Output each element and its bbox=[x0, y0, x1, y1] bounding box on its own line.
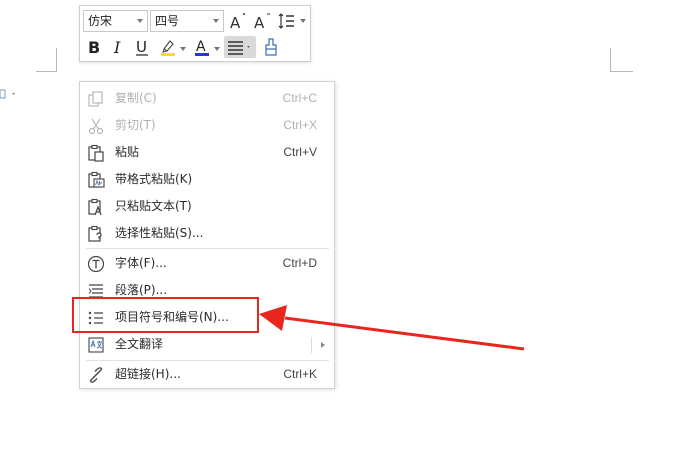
menu-item-label: 复制(C) bbox=[115, 91, 157, 105]
font-color-button[interactable]: A bbox=[191, 36, 213, 58]
paragraph-handle-icon[interactable] bbox=[0, 86, 18, 99]
grow-font-icon: A bbox=[230, 13, 245, 31]
menu-item-label: 带格式粘贴(K) bbox=[115, 172, 193, 186]
shrink-font-icon: A bbox=[254, 13, 270, 31]
menu-item-font[interactable]: 字体(F)... Ctrl+D bbox=[80, 250, 334, 277]
chevron-down-icon bbox=[137, 19, 143, 23]
underline-icon: U bbox=[136, 38, 148, 56]
crop-mark-top-left-h bbox=[36, 71, 57, 72]
paste-formatted-icon bbox=[87, 171, 105, 189]
italic-icon: I bbox=[113, 38, 121, 57]
align-button[interactable] bbox=[224, 36, 256, 58]
menu-item-shortcut: Ctrl+D bbox=[282, 256, 317, 270]
crop-mark-top-left-v bbox=[56, 48, 57, 72]
highlight-button[interactable] bbox=[157, 36, 179, 58]
grow-font-glyph: A bbox=[230, 14, 241, 31]
line-spacing-button[interactable] bbox=[276, 10, 298, 32]
align-justify-icon bbox=[228, 41, 250, 55]
mini-toolbar: 仿宋 四号 A A B I U A bbox=[79, 5, 311, 62]
menu-item-cut[interactable]: 剪切(T) Ctrl+X bbox=[80, 112, 334, 139]
crop-mark-top-right-h bbox=[610, 71, 633, 72]
copy-icon bbox=[87, 90, 105, 108]
format-painter-button[interactable] bbox=[260, 36, 282, 58]
underline-button[interactable]: U bbox=[131, 36, 153, 58]
bold-icon: B bbox=[88, 38, 100, 57]
chevron-down-icon[interactable] bbox=[214, 47, 220, 51]
menu-item-label: 全文翻译 bbox=[115, 337, 164, 351]
line-spacing-icon bbox=[278, 13, 294, 29]
menu-item-paste-text[interactable]: 只粘贴文本(T) bbox=[80, 193, 334, 220]
font-size-value: 四号 bbox=[155, 14, 180, 28]
bold-glyph: B bbox=[88, 38, 100, 57]
crop-mark-top-right-v bbox=[610, 48, 611, 72]
paste-icon bbox=[87, 144, 105, 162]
menu-item-label: 粘贴 bbox=[115, 145, 140, 159]
menu-separator bbox=[86, 248, 329, 249]
link-icon bbox=[87, 366, 105, 384]
shrink-font-button[interactable]: A bbox=[252, 10, 274, 32]
italic-button[interactable]: I bbox=[107, 36, 129, 58]
menu-item-shortcut: Ctrl+V bbox=[283, 145, 317, 159]
menu-item-paste-special[interactable]: 选择性粘贴(S)... bbox=[80, 220, 334, 247]
font-icon bbox=[87, 255, 105, 273]
chevron-down-icon[interactable] bbox=[300, 19, 306, 23]
menu-item-label: 选择性粘贴(S)... bbox=[115, 226, 204, 240]
annotation-highlight-box bbox=[72, 297, 259, 333]
chevron-down-icon[interactable] bbox=[180, 47, 186, 51]
paste-text-icon bbox=[87, 198, 105, 216]
font-color-icon: A bbox=[195, 39, 209, 56]
menu-item-shortcut: Ctrl+C bbox=[282, 91, 317, 105]
menu-item-hyperlink[interactable]: 超链接(H)... Ctrl+K bbox=[80, 361, 334, 388]
submenu-divider bbox=[311, 337, 312, 353]
grow-font-button[interactable]: A bbox=[228, 10, 250, 32]
menu-item-translate[interactable]: 全文翻译 bbox=[80, 331, 334, 358]
menu-item-shortcut: Ctrl+K bbox=[283, 367, 317, 381]
chevron-right-icon bbox=[321, 342, 325, 348]
menu-item-paste[interactable]: 粘贴 Ctrl+V bbox=[80, 139, 334, 166]
shrink-font-glyph: A bbox=[254, 14, 265, 31]
menu-item-paste-formatted[interactable]: 带格式粘贴(K) bbox=[80, 166, 334, 193]
menu-item-copy[interactable]: 复制(C) Ctrl+C bbox=[80, 85, 334, 112]
italic-glyph: I bbox=[113, 38, 121, 57]
font-name-select[interactable]: 仿宋 bbox=[83, 10, 148, 32]
font-color-glyph: A bbox=[196, 39, 206, 55]
format-painter-icon bbox=[265, 38, 277, 56]
font-size-select[interactable]: 四号 bbox=[150, 10, 224, 32]
menu-item-label: 只粘贴文本(T) bbox=[115, 199, 192, 213]
bold-button[interactable]: B bbox=[83, 36, 105, 58]
underline-glyph: U bbox=[136, 38, 147, 56]
chevron-down-icon bbox=[213, 19, 219, 23]
context-menu: 复制(C) Ctrl+C 剪切(T) Ctrl+X 粘贴 Ctrl+V 带格式粘… bbox=[79, 81, 335, 389]
paste-special-icon bbox=[87, 225, 105, 243]
menu-item-shortcut: Ctrl+X bbox=[283, 118, 317, 132]
menu-item-label: 超链接(H)... bbox=[115, 367, 181, 381]
menu-item-label: 剪切(T) bbox=[115, 118, 156, 132]
translate-icon bbox=[87, 336, 105, 354]
menu-item-label: 字体(F)... bbox=[115, 256, 167, 270]
scissors-icon bbox=[87, 117, 105, 135]
font-name-value: 仿宋 bbox=[88, 14, 113, 28]
highlighter-icon bbox=[161, 40, 175, 56]
